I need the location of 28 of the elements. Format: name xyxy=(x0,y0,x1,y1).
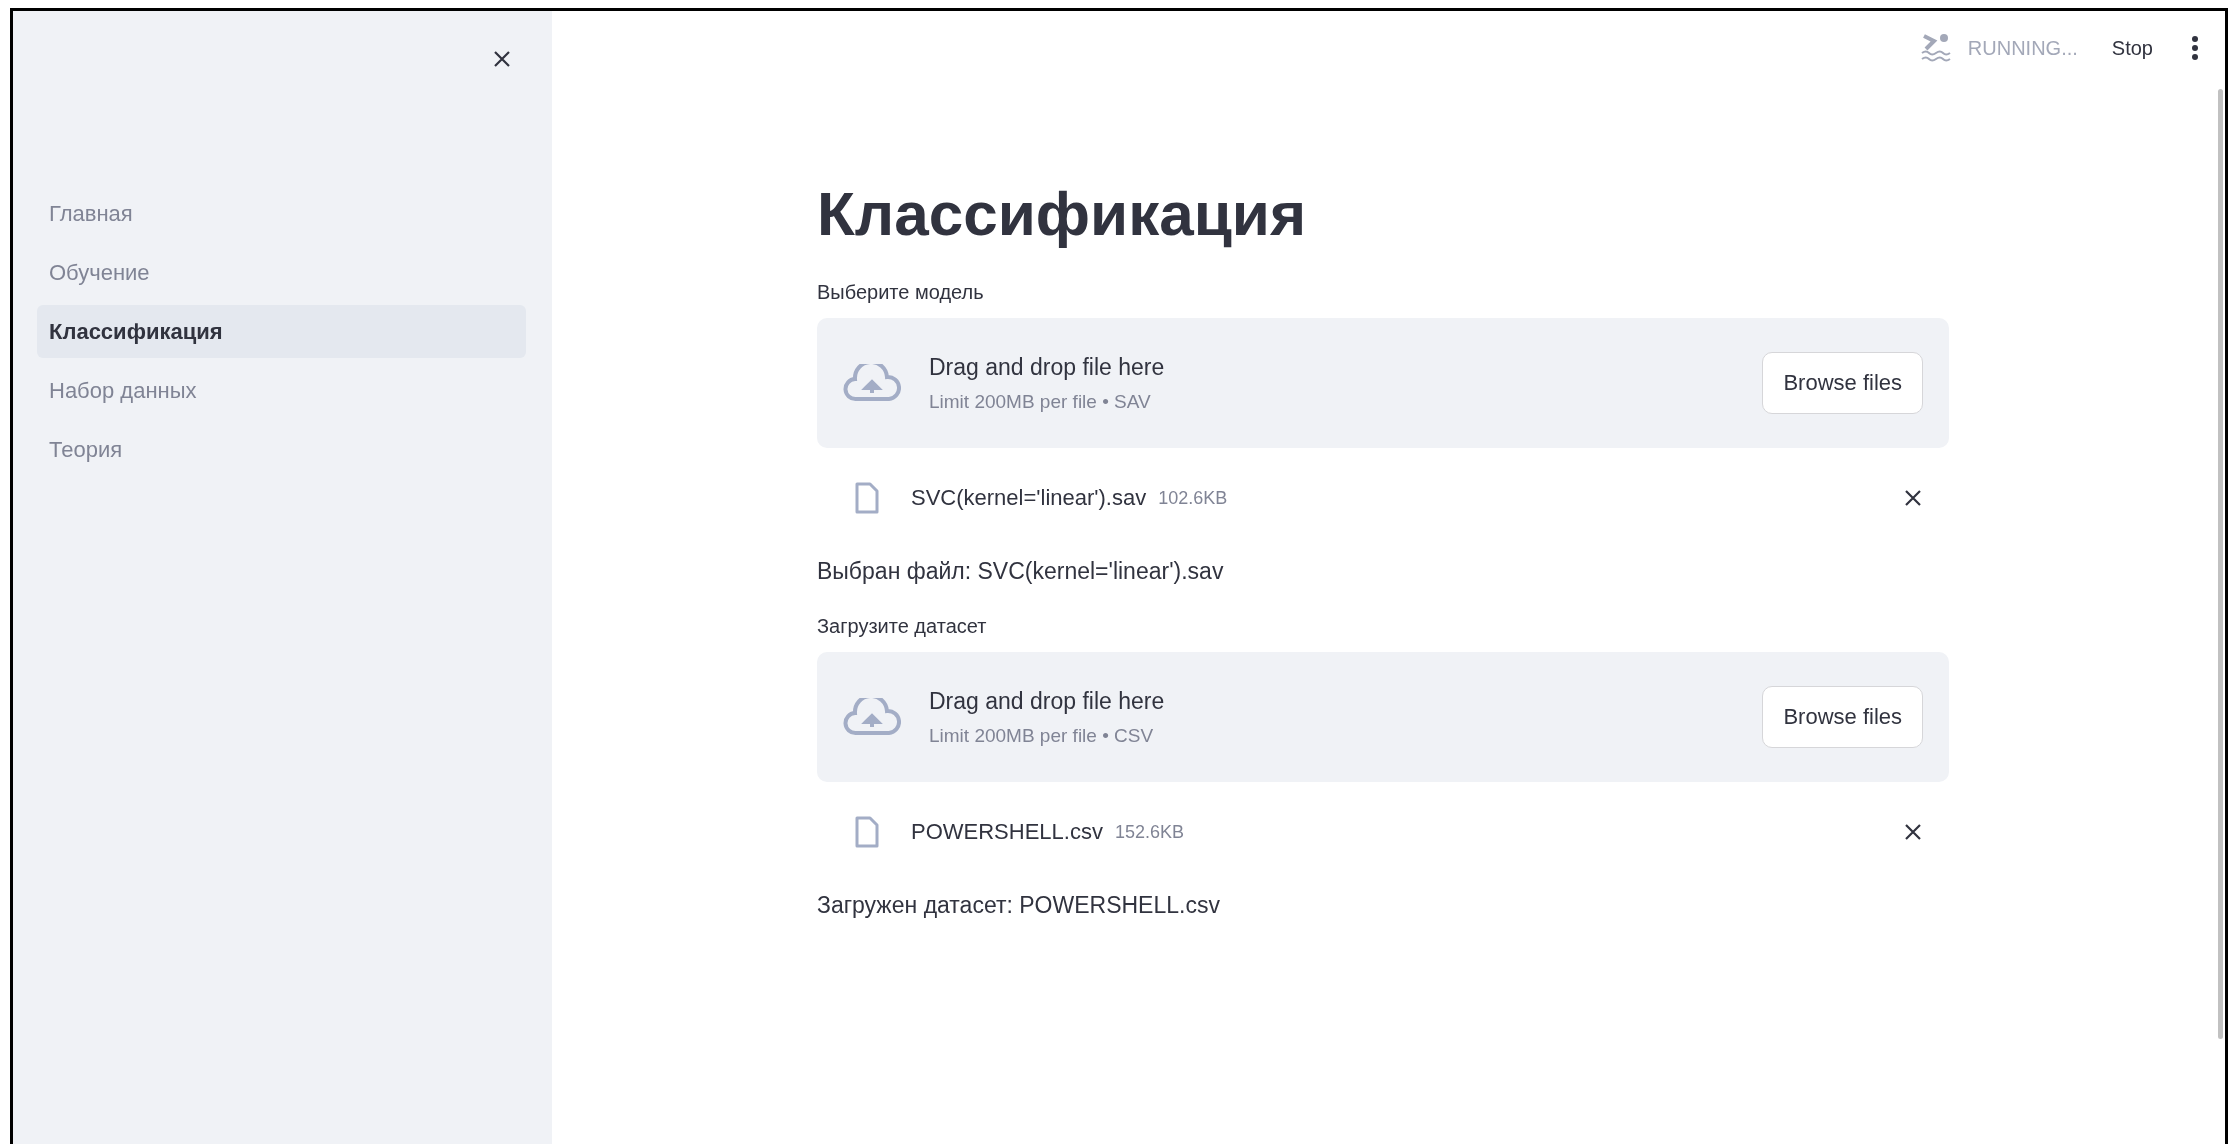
status-message: Загружен датасет: POWERSHELL.csv xyxy=(817,892,1220,920)
stop-button[interactable]: Stop xyxy=(2111,36,2153,60)
cloud-upload-icon xyxy=(843,698,901,737)
browse-files-button[interactable]: Browse files xyxy=(1762,686,1923,749)
file-name: POWERSHELL.csv xyxy=(911,819,1103,846)
swimmer-icon xyxy=(1919,32,1952,64)
browse-files-button[interactable]: Browse files xyxy=(1762,352,1923,415)
nav-item[interactable]: Классификация xyxy=(37,305,526,358)
file-icon xyxy=(855,816,879,849)
close-icon[interactable] xyxy=(492,49,512,69)
uploader-label: Выберите модель xyxy=(817,281,984,305)
dropzone-text: Drag and drop file here xyxy=(929,353,1165,381)
file-size: 152.6KB xyxy=(1114,821,1185,843)
file-limit-text: Limit 200MB per file • CSV xyxy=(929,724,1154,747)
file-limit-text: Limit 200MB per file • SAV xyxy=(929,390,1151,413)
drop-zone[interactable]: Drag and drop file here Limit 200MB per file • SAV Browse files xyxy=(817,318,1949,449)
running-status: RUNNING... xyxy=(1967,36,2078,60)
status-message: Выбран файл: SVC(kernel='linear').sav xyxy=(817,558,1224,586)
page-title: Классификация xyxy=(817,178,1308,250)
uploader-label: Загрузите датасет xyxy=(817,615,987,639)
file-name: SVC(kernel='linear').sav xyxy=(911,485,1147,512)
file-icon xyxy=(855,482,879,515)
drop-zone[interactable]: Drag and drop file here Limit 200MB per file • CSV Browse files xyxy=(817,652,1949,783)
more-menu-icon[interactable] xyxy=(2191,36,2199,60)
cloud-upload-icon xyxy=(843,364,901,403)
file-size: 102.6KB xyxy=(1158,487,1229,509)
dropzone-text: Drag and drop file here xyxy=(929,687,1165,715)
scrollbar[interactable] xyxy=(2218,89,2223,1039)
